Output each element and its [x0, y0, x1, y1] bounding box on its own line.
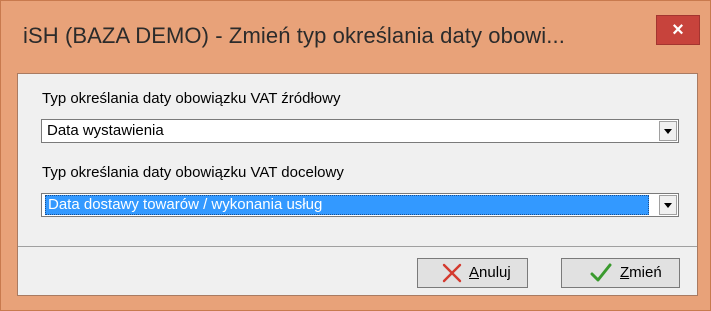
target-type-label: Typ określania daty obowiązku VAT docelo… [42, 164, 344, 181]
fields-panel: Typ określania daty obowiązku VAT źródło… [18, 74, 697, 247]
target-type-select[interactable]: Data dostawy towarów / wykonania usług [41, 193, 679, 217]
source-type-select[interactable]: Data wystawienia [41, 119, 679, 143]
x-icon [442, 263, 462, 283]
close-icon: × [672, 19, 684, 41]
chevron-down-icon[interactable] [659, 121, 677, 141]
cancel-button[interactable]: Anuluj [417, 258, 528, 288]
chevron-down-icon[interactable] [659, 195, 677, 215]
window-title: iSH (BAZA DEMO) - Zmień typ określania d… [23, 23, 565, 48]
dialog-content: Typ określania daty obowiązku VAT źródło… [17, 73, 698, 296]
cancel-label: Anuluj [469, 264, 511, 281]
check-icon [590, 263, 612, 282]
dialog-window: iSH (BAZA DEMO) - Zmień typ określania d… [0, 0, 711, 311]
close-button[interactable]: × [656, 15, 700, 45]
confirm-label: Zmień [620, 264, 662, 281]
target-type-value: Data dostawy towarów / wykonania usług [45, 195, 649, 215]
source-type-label: Typ określania daty obowiązku VAT źródło… [42, 90, 341, 107]
confirm-button[interactable]: Zmień [561, 258, 680, 288]
source-type-value: Data wystawienia [47, 122, 164, 139]
title-bar[interactable]: iSH (BAZA DEMO) - Zmień typ określania d… [1, 1, 710, 73]
